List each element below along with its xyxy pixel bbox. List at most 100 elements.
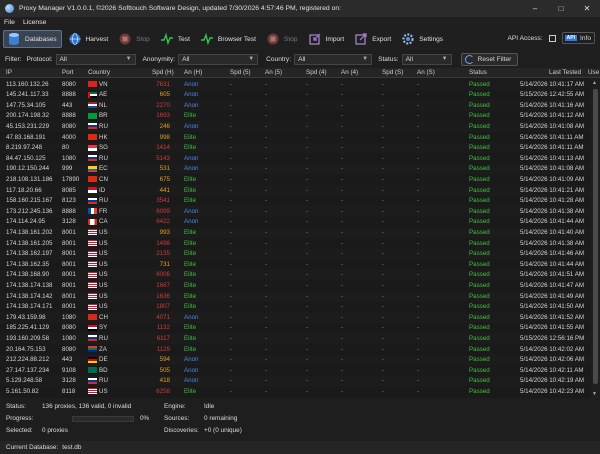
sources-value: 0 remaining: [204, 415, 238, 422]
table-row[interactable]: 174.114.24.95 3128 CA 6422 Anon - - - - - - Passed 5…: [0, 217, 590, 228]
status-select[interactable]: All ▼: [401, 53, 452, 65]
cell-empty: -: [341, 281, 344, 289]
cell-anonymity: Elite: [184, 292, 197, 300]
stop-test-button[interactable]: Stop: [263, 30, 302, 48]
cell-status: Passed: [469, 144, 490, 152]
cell-status: Passed: [469, 366, 490, 374]
column-header[interactable]: Use: [588, 69, 599, 76]
cell-last-tested: 5/14/2026 10:42:11 AM: [520, 366, 584, 374]
close-button[interactable]: ✕: [574, 0, 600, 17]
table-row[interactable]: 193.160.209.58 1080 RU 6117 Elite - - - - - - Passe…: [0, 333, 590, 344]
stop-harvest-button[interactable]: Stop: [115, 30, 154, 48]
column-header[interactable]: An (H): [184, 69, 202, 76]
table-row[interactable]: 27.147.137.234 9108 BD 505 Anon - - - - - - Passed 5…: [0, 365, 590, 376]
cell-ip: 158.160.215.167: [6, 197, 53, 205]
cell-status: Passed: [469, 345, 490, 353]
table-row[interactable]: 212.224.88.212 443 DE 594 Anon - - - - - - Passed 5/…: [0, 354, 590, 366]
table-row[interactable]: 218.108.131.186 17890 CN 675 Elite - - - - - - Pass…: [0, 174, 590, 185]
anonymity-select[interactable]: All ▼: [178, 53, 259, 65]
scroll-down-icon[interactable]: ▼: [592, 391, 597, 397]
column-header[interactable]: Country: [88, 69, 110, 76]
flag-icon: [88, 314, 97, 321]
table-row[interactable]: 185.225.41.129 8080 SY 1132 Elite - - - - - - Passe…: [0, 323, 590, 334]
table-row[interactable]: 84.47.150.125 1080 RU 5143 Anon - - - - - - Passed 5…: [0, 153, 590, 164]
table-row[interactable]: 174.138.168.90 8001 US 6006 Elite - - - - - - Passe…: [0, 269, 590, 281]
cell-empty: -: [417, 165, 420, 173]
import-button[interactable]: Import: [305, 30, 349, 48]
export-button[interactable]: Export: [351, 30, 395, 48]
cell-empty: -: [306, 228, 309, 236]
harvest-button[interactable]: Harvest: [65, 30, 113, 48]
maximize-button[interactable]: □: [548, 0, 574, 17]
menu-file[interactable]: File: [0, 19, 19, 26]
table-row[interactable]: 113.160.132.26 8080 VN 7631 Anon - - - - - - Passed…: [0, 79, 590, 90]
menu-license[interactable]: License: [19, 19, 50, 26]
table-row[interactable]: 8.219.97.248 80 SG 1414 Elite - - - - - - Passed 5/1…: [0, 142, 590, 154]
progress-value: 0%: [140, 415, 150, 422]
cell-port: 8001: [62, 250, 76, 258]
cell-empty: -: [265, 271, 268, 279]
column-header[interactable]: An (5): [265, 69, 282, 76]
cell-empty: -: [417, 91, 420, 99]
minimize-button[interactable]: –: [522, 0, 548, 17]
table-row[interactable]: 173.212.245.136 8888 FR 6099 Anon - - - - - - Passe…: [0, 206, 590, 217]
column-header[interactable]: Spd (H): [152, 69, 174, 76]
databases-button[interactable]: Databases: [3, 30, 62, 48]
vertical-scrollbar[interactable]: ▲ ▼: [591, 79, 600, 398]
reset-filter-button[interactable]: Reset Filter: [460, 52, 519, 66]
settings-button[interactable]: Settings: [398, 30, 447, 48]
table-row[interactable]: 145.241.117.33 8888 AE 605 Anon - - - - - - Passed 5…: [0, 90, 590, 101]
cell-speed: 2270: [156, 101, 170, 109]
column-header[interactable]: Spd (4): [306, 69, 327, 76]
column-header[interactable]: An (4): [341, 69, 358, 76]
table-row[interactable]: 45.153.231.229 8080 RU 246 Anon - - - - - - Passed 5…: [0, 121, 590, 132]
cell-empty: -: [382, 334, 385, 342]
cell-empty: -: [382, 144, 385, 152]
database-bar: Current Database: test.db: [0, 441, 600, 454]
cell-status: Passed: [469, 80, 490, 88]
cell-status: Passed: [469, 112, 490, 120]
cell-country: CA: [99, 218, 108, 226]
table-row[interactable]: 174.138.161.202 8001 US 993 Elite - - - - - - Passe…: [0, 227, 590, 238]
table-row[interactable]: 174.138.162.197 8001 US 2135 Elite - - - - - - Pass…: [0, 248, 590, 260]
cell-empty: -: [341, 197, 344, 205]
column-header[interactable]: Status: [469, 69, 487, 76]
table-row[interactable]: 117.18.20.66 8085 ID 441 Elite - - - - - - Passed 5/…: [0, 185, 590, 196]
cell-empty: -: [341, 165, 344, 173]
table-row[interactable]: 174.138.161.205 8001 US 1496 Elite - - - - - - Pass…: [0, 238, 590, 249]
api-access-checkbox[interactable]: [548, 34, 556, 42]
column-header[interactable]: An (S): [417, 69, 435, 76]
cell-empty: -: [230, 324, 233, 332]
column-header[interactable]: Port: [62, 69, 74, 76]
cell-empty: -: [306, 175, 309, 183]
protocol-select[interactable]: All ▼: [55, 53, 136, 65]
table-row[interactable]: 158.160.215.167 8123 RU 3541 Elite - - - - - - Pass…: [0, 196, 590, 207]
cell-last-tested: 5/14/2026 10:42:19 AM: [520, 377, 584, 385]
country-select[interactable]: All ▼: [294, 53, 373, 65]
column-header[interactable]: Spd (5): [230, 69, 251, 76]
table-row[interactable]: 174.138.174.171 8001 US 1807 Elite - - - - - - Pass…: [0, 302, 590, 313]
column-header[interactable]: Last Tested: [549, 69, 581, 76]
table-row[interactable]: 147.75.34.105 443 NL 2270 Anon - - - - - - Passed 5/…: [0, 100, 590, 111]
info-button[interactable]: API Info: [561, 32, 595, 44]
table-row[interactable]: 174.138.174.142 8001 US 1636 Elite - - - - - - Pass…: [0, 291, 590, 302]
scroll-up-icon[interactable]: ▲: [592, 80, 597, 86]
cell-empty: -: [230, 218, 233, 226]
table-row[interactable]: 20.164.75.153 8080 ZA 1129 Elite - - - - - - Passed…: [0, 344, 590, 355]
cell-anonymity: Elite: [184, 197, 197, 205]
table-row[interactable]: 5.129.248.58 3128 RU 418 Anon - - - - - - Passed 5/1…: [0, 375, 590, 387]
table-row[interactable]: 174.138.174.138 8001 US 1667 Elite - - - - - - Pass…: [0, 280, 590, 291]
cell-anonymity: Anon: [184, 356, 199, 364]
table-row[interactable]: 179.43.159.98 1080 CH 4071 Anon - - - - - - Passed 5…: [0, 312, 590, 323]
scrollbar-thumb[interactable]: [593, 89, 598, 384]
test-button[interactable]: Test: [157, 30, 194, 48]
table-row[interactable]: 200.174.198.32 8888 BR 1693 Elite - - - - - - Passe…: [0, 111, 590, 122]
table-row[interactable]: 190.12.150.244 999 EC 531 Anon - - - - - - Passed 5/…: [0, 163, 590, 175]
column-header[interactable]: IP: [6, 69, 12, 76]
table-row[interactable]: 47.83.168.191 4000 HK 998 Elite - - - - - - Passed 5…: [0, 132, 590, 143]
cell-country: EC: [99, 165, 108, 173]
column-header[interactable]: Spd (S): [382, 69, 403, 76]
browser-test-button[interactable]: Browser Test: [197, 30, 260, 48]
table-row[interactable]: 5.161.50.82 8118 US 6258 Elite - - - - - - Passed 5/…: [0, 386, 590, 397]
table-row[interactable]: 174.138.162.35 8001 US 731 Elite - - - - - - Passed…: [0, 259, 590, 270]
